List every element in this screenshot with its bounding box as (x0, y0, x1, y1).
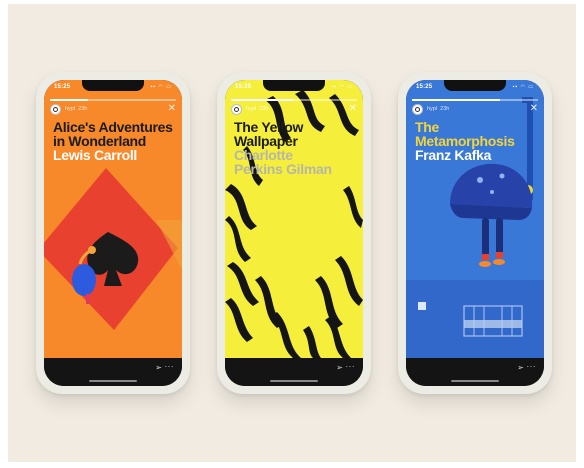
phone-metamorphosis: 15:25 ▪▪ ◠ ▭ hypl 23h ✕ The Metamorphosi… (398, 72, 552, 394)
story-account: hypl 23h ✕ (412, 103, 538, 116)
progress-fill (50, 99, 88, 101)
clock-time: 15:25 (416, 84, 433, 90)
book-title-line2: Wallpaper (234, 133, 298, 149)
notch (444, 80, 506, 91)
book-titleblock: The Metamorphosis Franz Kafka (415, 120, 543, 162)
book-title-line2: in Wonderland (53, 133, 147, 149)
close-icon[interactable]: ✕ (349, 103, 357, 115)
book-title-line1: Alice's Adventures (53, 119, 173, 135)
more-icon[interactable]: ··· (165, 362, 175, 371)
home-indicator (89, 380, 137, 382)
avatar-icon[interactable] (50, 104, 61, 115)
send-icon[interactable]: ➢ (155, 363, 162, 372)
post-age: 23h (78, 106, 88, 112)
phone-alice: 15:25 ▪▪ ◠ ▭ hypl 23h ✕ Alice's Adventur… (36, 72, 190, 394)
status-bar: 15:25 ▪▪ ◠ ▭ (44, 80, 182, 96)
send-icon[interactable]: ➢ (336, 363, 343, 372)
clock-time: 15:25 (54, 84, 71, 90)
book-author-line1: Charlotte (234, 147, 293, 163)
notch (263, 80, 325, 91)
more-icon[interactable]: ··· (527, 362, 537, 371)
close-icon[interactable]: ✕ (168, 103, 176, 115)
username-timestamp[interactable]: hypl 23h (246, 106, 268, 112)
story-progress-bar (50, 99, 176, 101)
notch (82, 80, 144, 91)
phone-yellow-wallpaper: 15:25 ▪▪ ◠ ▭ hypl 23h ✕ The Yellow Wallp… (217, 72, 371, 394)
post-age: 23h (440, 106, 450, 112)
book-author-line2: Perkins Gilman (234, 161, 332, 177)
progress-fill (231, 99, 294, 101)
story-bottom-bar: ➢ ··· (44, 358, 182, 386)
story-account: hypl 23h ✕ (50, 103, 176, 116)
story-screen: 15:25 ▪▪ ◠ ▭ hypl 23h ✕ The Metamorphosi… (406, 80, 544, 386)
avatar-icon[interactable] (412, 104, 423, 115)
signal-battery-icon: ▪▪ ◠ ▭ (150, 84, 172, 90)
story-account: hypl 23h ✕ (231, 103, 357, 116)
signal-battery-icon: ▪▪ ◠ ▭ (331, 84, 353, 90)
status-bar: 15:25 ▪▪ ◠ ▭ (406, 80, 544, 96)
clock-time: 15:25 (235, 84, 252, 90)
close-icon[interactable]: ✕ (530, 103, 538, 115)
story-progress-bar (412, 99, 538, 101)
progress-fill (412, 99, 501, 101)
book-titleblock: Alice's Adventures in Wonderland Lewis C… (53, 120, 181, 162)
status-bar: 15:25 ▪▪ ◠ ▭ (225, 80, 363, 96)
username-timestamp[interactable]: hypl 23h (427, 106, 449, 112)
book-title-line1: The (415, 119, 439, 135)
book-titleblock: The Yellow Wallpaper Charlotte Perkins G… (234, 120, 362, 176)
book-author: Lewis Carroll (53, 147, 138, 163)
story-screen: 15:25 ▪▪ ◠ ▭ hypl 23h ✕ The Yellow Wallp… (225, 80, 363, 386)
username: hypl (65, 106, 76, 112)
home-indicator (451, 380, 499, 382)
username: hypl (427, 106, 438, 112)
story-screen: 15:25 ▪▪ ◠ ▭ hypl 23h ✕ Alice's Adventur… (44, 80, 182, 386)
book-title-line1: The Yellow (234, 119, 304, 135)
home-indicator (270, 380, 318, 382)
photo-backdrop: 15:25 ▪▪ ◠ ▭ hypl 23h ✕ Alice's Adventur… (8, 4, 576, 462)
book-title-line2: Metamorphosis (415, 133, 515, 149)
avatar-icon[interactable] (231, 104, 242, 115)
story-progress-bar (231, 99, 357, 101)
book-author: Franz Kafka (415, 147, 492, 163)
signal-battery-icon: ▪▪ ◠ ▭ (512, 84, 534, 90)
post-age: 23h (259, 106, 269, 112)
username: hypl (246, 106, 257, 112)
send-icon[interactable]: ➢ (517, 363, 524, 372)
username-timestamp[interactable]: hypl 23h (65, 106, 87, 112)
more-icon[interactable]: ··· (346, 362, 356, 371)
story-bottom-bar: ➢ ··· (406, 358, 544, 386)
story-bottom-bar: ➢ ··· (225, 358, 363, 386)
